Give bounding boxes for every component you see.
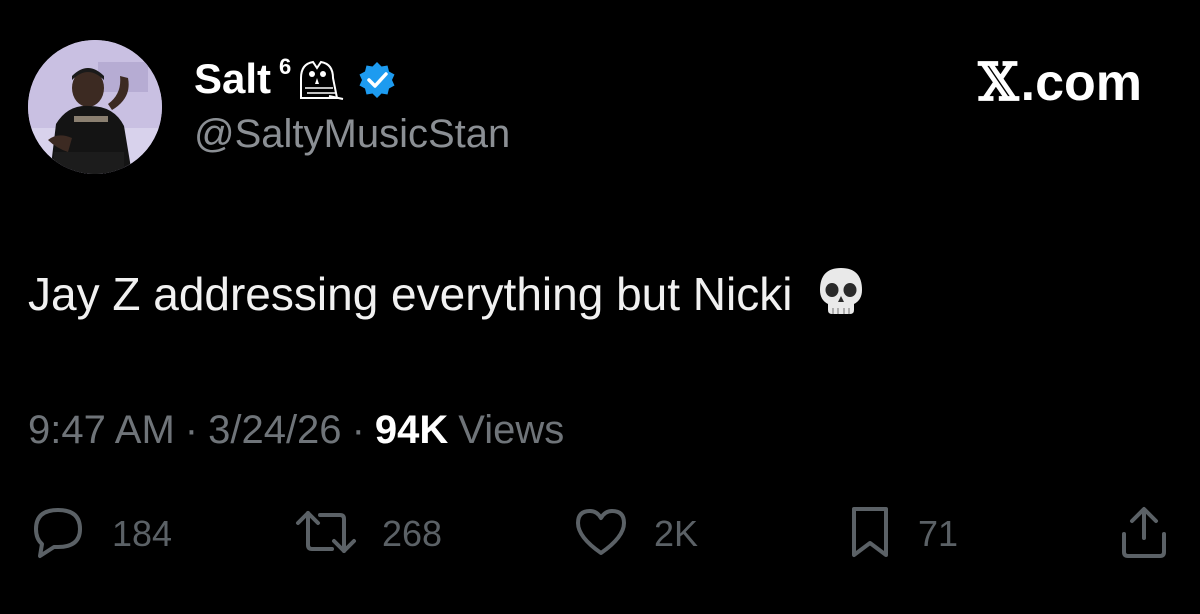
- avatar-photo: [28, 40, 162, 174]
- repost-icon: [294, 505, 358, 564]
- repost-count: 268: [382, 513, 443, 554]
- author-name-row[interactable]: Salt 6: [194, 54, 510, 104]
- reply-button[interactable]: 184: [28, 506, 172, 562]
- owl-icon: [293, 58, 345, 105]
- author-name-superscript: 6: [279, 54, 292, 79]
- share-icon: [1116, 504, 1172, 565]
- verified-badge-icon[interactable]: [357, 60, 397, 105]
- views-label[interactable]: Views: [458, 408, 564, 453]
- meta-separator: ·: [351, 408, 365, 452]
- meta-separator: ·: [184, 408, 199, 452]
- bookmark-count: 71: [918, 513, 959, 554]
- tweet-date[interactable]: 3/24/26: [208, 408, 341, 453]
- author-handle[interactable]: @SaltyMusicStan: [194, 112, 510, 157]
- brand-domain: .com: [1020, 53, 1142, 112]
- views-count[interactable]: 94K: [375, 408, 448, 453]
- brand-logo[interactable]: 𝕏 .com: [978, 52, 1142, 113]
- skull-icon: [816, 266, 866, 329]
- action-bar: 184 268 2K 71: [28, 506, 1172, 562]
- heart-icon: [572, 505, 630, 564]
- reply-count: 184: [112, 513, 173, 554]
- tweet-text: Jay Z addressing everything but Nicki: [28, 267, 793, 320]
- bookmark-icon: [846, 505, 894, 564]
- tweet-header: Salt 6 @SaltyMusicStan: [194, 54, 510, 157]
- tweet-body: Jay Z addressing everything but Nicki: [28, 262, 866, 325]
- like-count: 2K: [654, 513, 699, 554]
- repost-button[interactable]: 268: [294, 506, 442, 562]
- tweet-meta: 9:47 AM · 3/24/26 · 94K Views: [28, 408, 564, 453]
- like-button[interactable]: 2K: [572, 506, 698, 562]
- x-logo-icon: 𝕏: [978, 52, 1019, 113]
- share-button[interactable]: [1116, 506, 1172, 562]
- bookmark-button[interactable]: 71: [846, 506, 958, 562]
- author-name[interactable]: Salt: [194, 55, 271, 103]
- reply-icon: [28, 505, 88, 564]
- tweet-time[interactable]: 9:47 AM: [28, 408, 175, 453]
- avatar[interactable]: [28, 40, 162, 174]
